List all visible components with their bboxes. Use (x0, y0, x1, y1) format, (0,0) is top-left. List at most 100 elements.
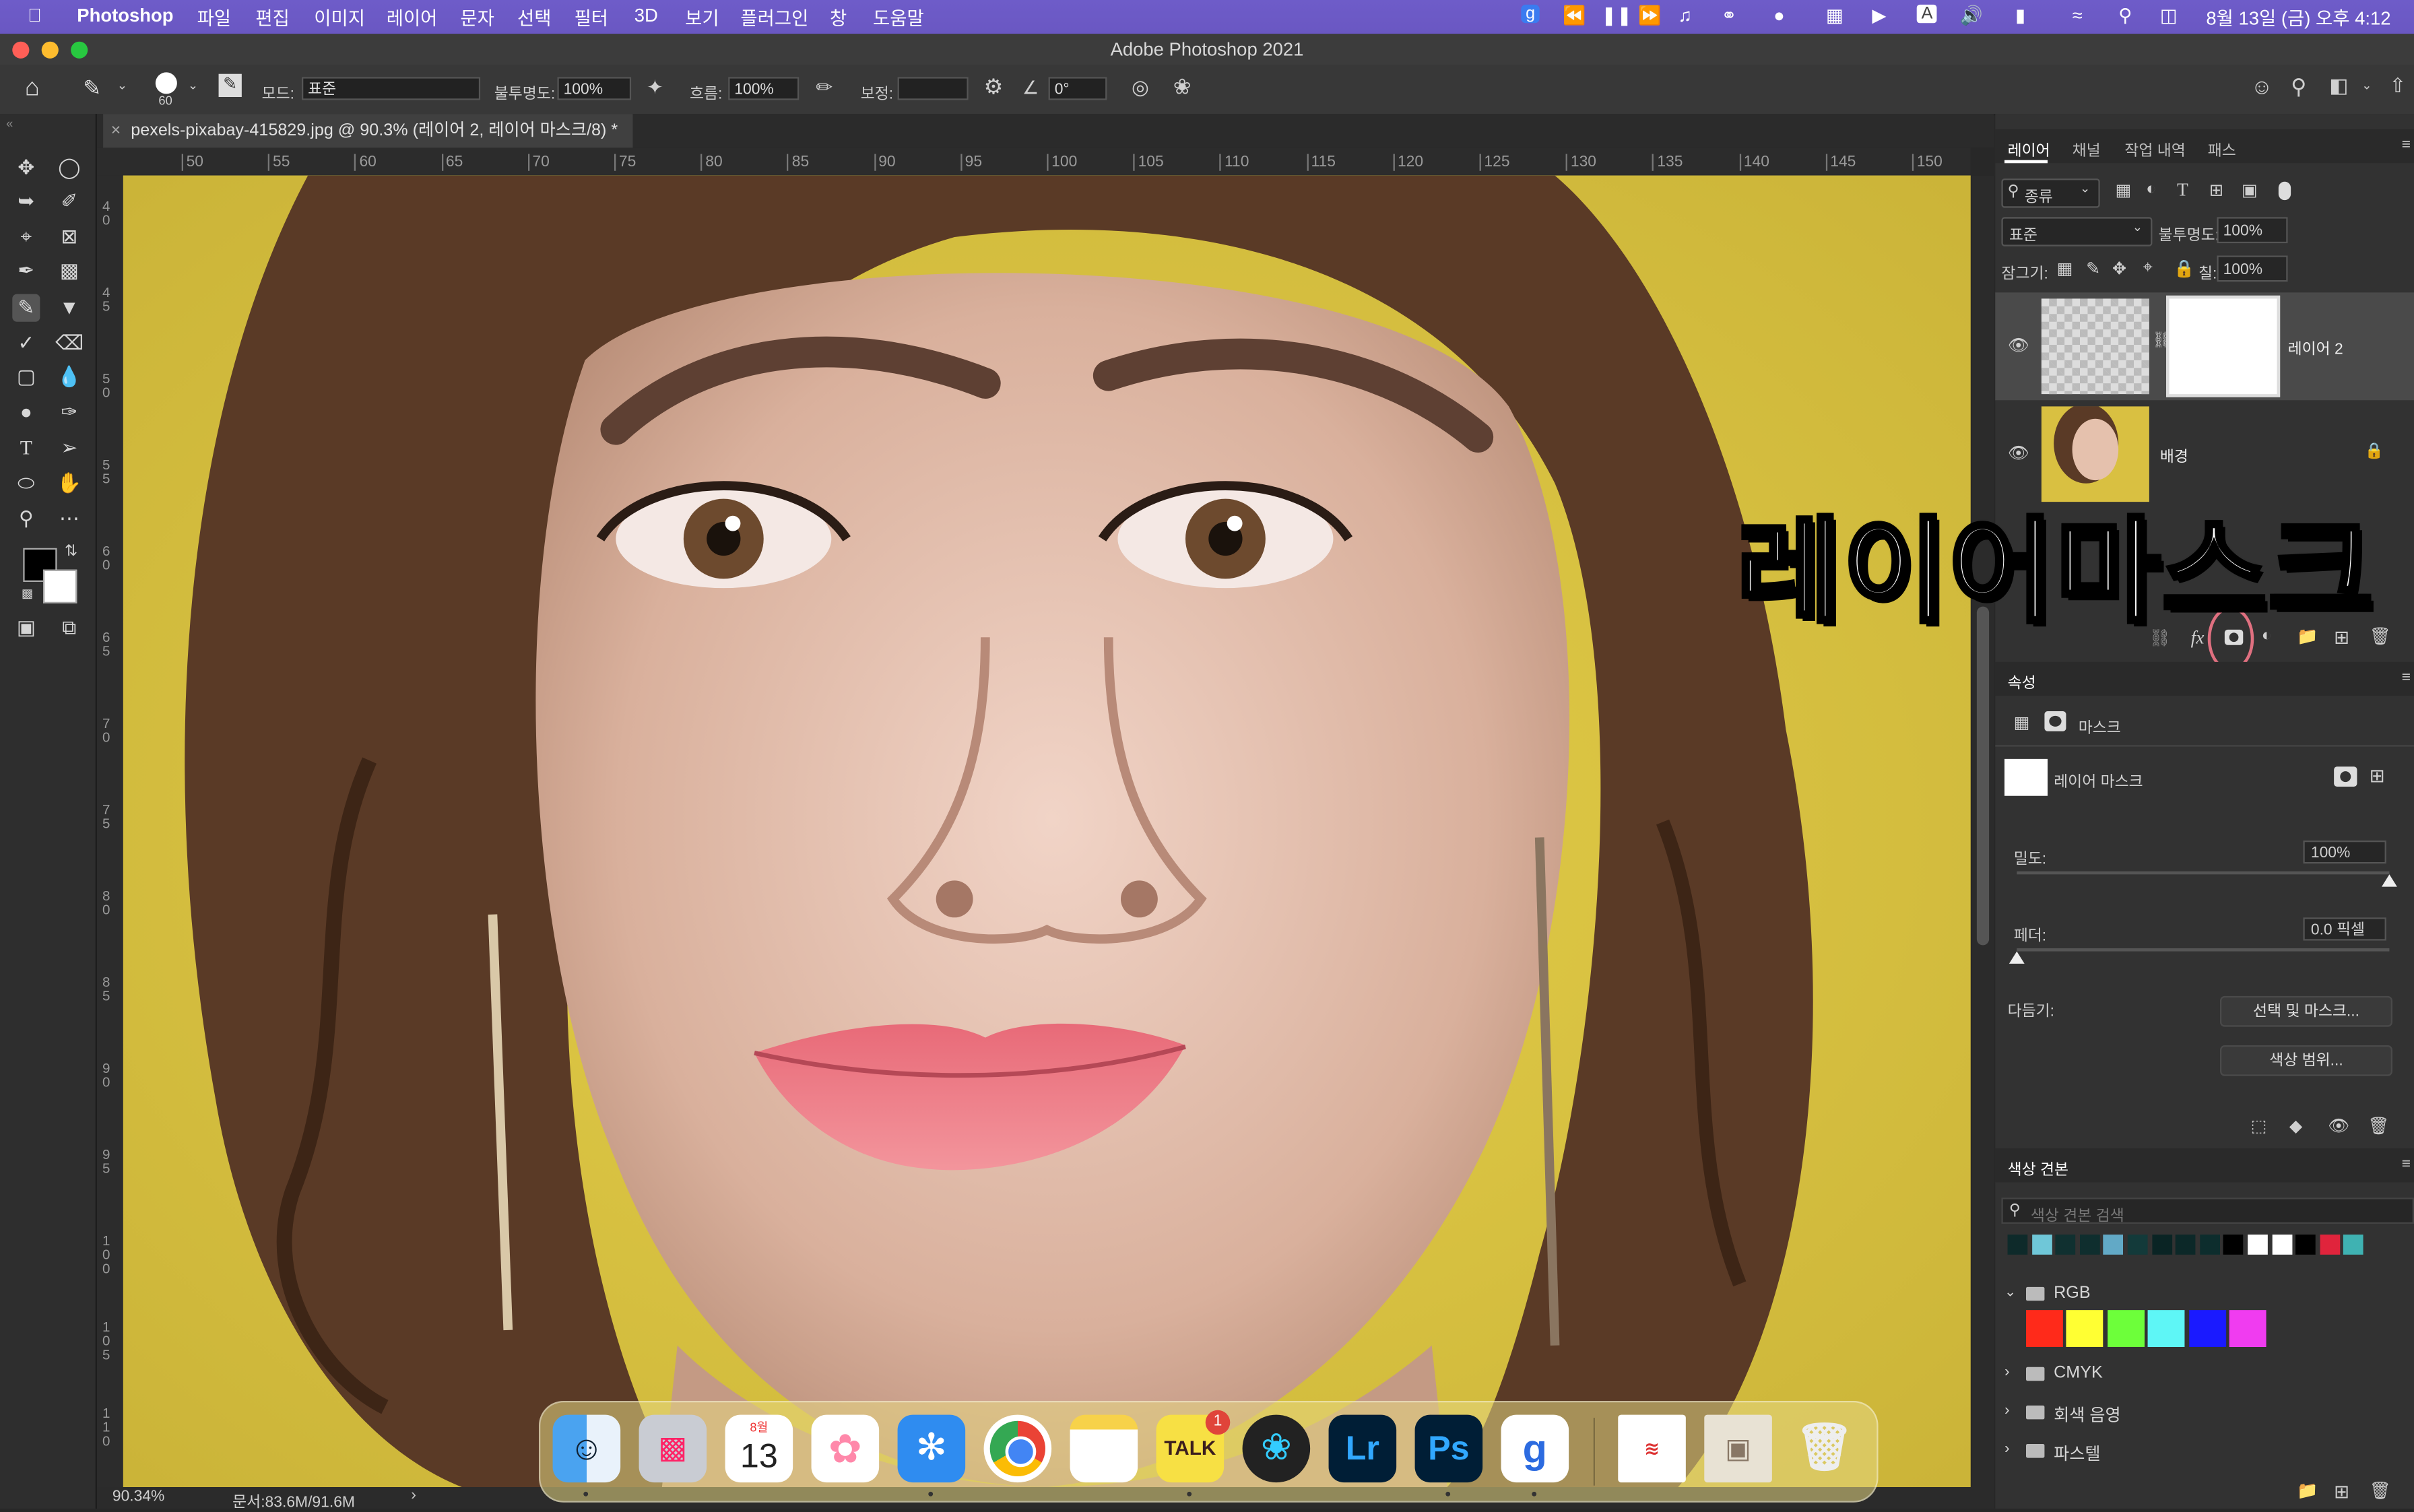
brush-settings-icon[interactable]: ✎ (218, 73, 242, 97)
swap-colors-icon[interactable]: ⇅ (65, 544, 77, 560)
disable-mask-eye-icon[interactable]: 👁 (2328, 1116, 2349, 1136)
rgb-color-swatch[interactable] (2066, 1310, 2104, 1347)
lock-icon[interactable]: 🔒 (2365, 443, 2384, 460)
properties-title[interactable]: 속성 (2008, 669, 2036, 692)
filter-smart-object-icon[interactable]: ▣ (2242, 180, 2258, 200)
control-center-icon[interactable]: ◫ (2160, 5, 2178, 26)
chevron-down-icon[interactable]: ⌄ (117, 79, 127, 93)
dock-notes-icon[interactable] (1070, 1414, 1138, 1483)
panel-menu-icon[interactable]: ≡ (2402, 1156, 2411, 1173)
gradient-tool-icon[interactable]: ▢ (12, 363, 40, 391)
swatch-group-pastel[interactable]: › 파스텔 (1995, 1435, 2414, 1472)
menu-layer[interactable]: 레이어 (387, 5, 438, 31)
status-menu-chevron-icon[interactable]: › (411, 1487, 416, 1504)
pressure-size-icon[interactable]: ◎ (1132, 75, 1149, 100)
quick-selection-tool-icon[interactable]: ✐ (55, 188, 83, 216)
recent-color-swatch[interactable] (2295, 1235, 2316, 1255)
filter-toggle-icon[interactable] (2278, 181, 2291, 201)
dodge-tool-icon[interactable]: ● (12, 399, 40, 426)
window-close-button[interactable] (12, 41, 30, 59)
dock-gmarket-icon[interactable]: g (1501, 1414, 1569, 1483)
clone-stamp-tool-icon[interactable]: ▼ (55, 294, 83, 322)
zoom-tool-icon[interactable]: ⚲ (12, 505, 40, 533)
eyedropper-tool-icon[interactable]: ✒ (12, 257, 40, 285)
quick-mask-icon[interactable]: ▣ (12, 614, 40, 642)
filter-pixel-icon[interactable]: ▦ (2116, 180, 2132, 200)
eraser-tool-icon[interactable]: ⌫ (55, 329, 84, 357)
layer-thumbnail[interactable] (2041, 298, 2149, 395)
flow-input[interactable]: 100% (728, 77, 800, 100)
recent-color-swatch[interactable] (2320, 1235, 2340, 1255)
close-tab-icon[interactable]: × (111, 114, 121, 147)
rgb-color-swatch[interactable] (2147, 1310, 2185, 1347)
image-canvas[interactable] (123, 175, 1971, 1487)
menu-type[interactable]: 문자 (460, 5, 494, 31)
dock-lightroom-icon[interactable]: Lr (1328, 1414, 1397, 1483)
marquee-tool-icon[interactable]: ◯ (55, 154, 83, 182)
smoothing-input[interactable] (897, 77, 969, 100)
share-icon[interactable]: ⇧ (2389, 74, 2406, 99)
opacity-input[interactable]: 100% (557, 77, 632, 100)
menu-file[interactable]: 파일 (197, 5, 232, 31)
tab-channels[interactable]: 채널 (2073, 137, 2101, 160)
layer-name[interactable]: 레이어 2 (2288, 335, 2343, 358)
panel-menu-icon[interactable]: ≡ (2402, 137, 2411, 154)
recent-color-swatch[interactable] (2127, 1235, 2148, 1255)
menu-3d[interactable]: 3D (634, 5, 658, 26)
more-tools-icon[interactable]: ⋯ (55, 505, 83, 533)
healing-brush-tool-icon[interactable]: ▩ (55, 257, 83, 285)
play-circle-icon[interactable]: ▶ (1872, 5, 1886, 26)
blend-mode-select[interactable]: 표준 ⌄ (2001, 217, 2153, 246)
zoom-level[interactable]: 90.34% (112, 1488, 165, 1505)
layer-mask-thumbnail[interactable] (2165, 295, 2281, 397)
layer-filter-select[interactable]: ⚲ 종류 ⌄ (2001, 178, 2100, 208)
dock-chrome-icon[interactable] (983, 1414, 1052, 1483)
notification-status-icon[interactable]: ● (1773, 5, 1785, 26)
dock-textedit-document-icon[interactable]: ≋ (1618, 1414, 1686, 1483)
hand-tool-icon[interactable]: ✋ (55, 469, 83, 497)
dock-photoshop-icon[interactable]: Ps (1414, 1414, 1483, 1483)
load-selection-icon[interactable]: ⬚ (2251, 1116, 2267, 1136)
lock-position-icon[interactable]: ✥ (2112, 259, 2126, 278)
swatch-group-cmyk[interactable]: › CMYK (1995, 1358, 2414, 1395)
screen-mode-icon[interactable]: ⧉ (55, 614, 83, 642)
search-icon[interactable]: ⚲ (2291, 74, 2306, 100)
select-mask-icon[interactable] (2334, 766, 2357, 787)
vertical-scrollbar-thumb[interactable] (1976, 606, 1990, 946)
angle-input[interactable]: 0° (1048, 77, 1107, 100)
lock-all-icon[interactable]: 🔒 (2174, 259, 2194, 278)
smoothing-settings-gear-icon[interactable]: ⚙ (984, 74, 1004, 100)
brush-tool-icon[interactable]: ✎ (12, 294, 40, 322)
swatches-title[interactable]: 색상 견본 (2008, 1156, 2069, 1179)
feather-slider-thumb[interactable] (2009, 951, 2025, 964)
pixel-mask-icon[interactable]: ▦ (2014, 713, 2030, 733)
rgb-color-swatch[interactable] (2188, 1310, 2226, 1347)
menu-edit[interactable]: 편집 (255, 5, 290, 31)
layer-row[interactable]: 👁 ⛓ 레이어 2 (1995, 292, 2414, 401)
menu-image[interactable]: 이미지 (314, 5, 365, 31)
rgb-color-swatch[interactable] (2107, 1310, 2145, 1347)
dock-trash-icon[interactable]: 🗑 (1790, 1415, 1858, 1483)
path-selection-tool-icon[interactable]: ➢ (55, 434, 83, 462)
feather-input[interactable]: 0.0 픽셀 (2303, 917, 2386, 941)
battery-icon[interactable]: ▮ (2015, 5, 2025, 26)
select-and-mask-button[interactable]: 선택 및 마스크... (2219, 995, 2392, 1027)
menu-filter[interactable]: 필터 (575, 5, 609, 31)
grid-status-icon[interactable]: ▦ (1826, 5, 1844, 26)
lock-image-icon[interactable]: ✎ (2086, 259, 2100, 278)
menu-window[interactable]: 창 (830, 5, 847, 31)
dock-safari-icon[interactable]: ✻ (897, 1414, 966, 1483)
panel-menu-icon[interactable]: ≡ (2402, 669, 2411, 686)
recent-color-swatch[interactable] (2031, 1235, 2052, 1255)
lock-artboard-icon[interactable]: ⌖ (2143, 259, 2153, 279)
density-input[interactable]: 100% (2303, 840, 2386, 864)
vertical-scrollbar[interactable] (1971, 175, 1994, 1487)
pressure-opacity-icon[interactable]: ✦ (647, 75, 663, 100)
swatch-group-grayscale[interactable]: › 회색 음영 (1995, 1396, 2414, 1433)
tab-layers[interactable]: 레이어 (2008, 137, 2050, 160)
rewind-icon[interactable]: ⏪ (1563, 5, 1586, 26)
dock-calendar-icon[interactable]: 8월 13 (725, 1414, 793, 1483)
recent-color-swatch[interactable] (2103, 1235, 2124, 1255)
chevron-right-icon[interactable]: › (2004, 1441, 2010, 1457)
music-icon[interactable]: ♫ (1678, 5, 1692, 26)
